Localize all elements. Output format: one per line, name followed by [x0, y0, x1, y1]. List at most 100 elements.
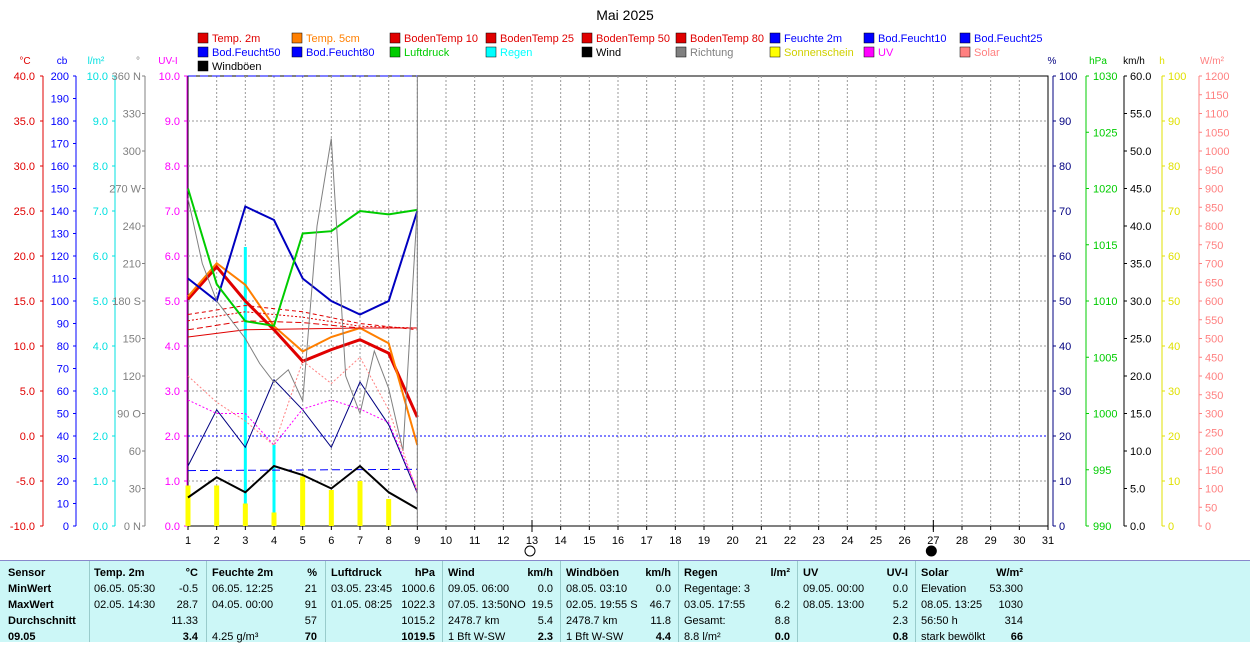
stats-cell-value: 0.0: [655, 583, 671, 595]
legend-swatch: [485, 46, 497, 58]
axis-tick-label-hum: 60: [1059, 251, 1071, 263]
axis-tick-label-cb: 100: [51, 296, 69, 308]
axis-tick-label-solar: 300: [1205, 409, 1223, 421]
axis-tick-label-sun: 50: [1168, 296, 1180, 308]
x-tick-label: 30: [1013, 535, 1025, 547]
stats-row: 57: [212, 613, 317, 629]
axis-tick-label-uv: 4.0: [165, 341, 180, 353]
stats-cell: 09.05: [8, 631, 36, 643]
axis-tick-label-wind: 0.0: [1130, 521, 1145, 533]
legend-swatch: [389, 46, 401, 58]
axis-tick-label-cb: 120: [51, 251, 69, 263]
axis-tick-label-wind: 50.0: [1130, 146, 1151, 158]
legend-swatch: [197, 32, 209, 44]
axis-tick-label-cb: 60: [57, 386, 69, 398]
legend-label: Temp. 5cm: [306, 33, 360, 45]
stats-cell-label: 02.05. 19:55 S: [566, 599, 638, 611]
legend-swatch: [291, 46, 303, 58]
axis-tick-label-temp: 30.0: [14, 161, 35, 173]
axis-tick-label-sun: 60: [1168, 251, 1180, 263]
x-tick-label: 12: [497, 535, 509, 547]
stats-cell-label: 02.05. 14:30: [94, 599, 156, 611]
stats-row: Gesamt: 8.8: [684, 613, 790, 629]
axis-tick-label-rain: 10.0: [87, 71, 108, 83]
legend-label: Regen: [500, 47, 532, 59]
stats-row: 4.25 g/m³ 70: [212, 629, 317, 645]
axis-tick-label-hum: 20: [1059, 431, 1071, 443]
axis-tick-label-pres: 1020: [1093, 184, 1117, 196]
axis-tick-label-cb: 20: [57, 476, 69, 488]
stats-cell-label: 08.05. 03:10: [566, 583, 628, 595]
stats-row: Elevation 53.300: [921, 581, 1023, 597]
axis-tick-label-cb: 50: [57, 409, 69, 421]
stats-divider: [915, 561, 916, 642]
axis-tick-label-wind: 25.0: [1130, 334, 1151, 346]
axis-tick-label-dir: 270 W: [109, 184, 141, 196]
axis-tick-label-solar: 250: [1205, 427, 1223, 439]
axis-tick-label-wind: 35.0: [1130, 259, 1151, 271]
stats-cell-value: 4.4: [655, 631, 671, 643]
stats-header: Luftdruck hPa: [331, 565, 435, 581]
axis-tick-label-hum: 90: [1059, 116, 1071, 128]
x-tick-label: 24: [841, 535, 853, 547]
legend-label: BodenTemp 10: [404, 33, 478, 45]
bar-regen: [243, 247, 247, 526]
stats-cell-value: 70: [304, 631, 317, 643]
stats-cell-value: 11.8: [650, 615, 671, 627]
axis-tick-label-hum: 30: [1059, 386, 1071, 398]
stats-col-sensor: Sensor MinWert MaxWert Durchschnitt 09.0…: [8, 565, 76, 645]
stats-cell-value: 46.7: [649, 599, 671, 611]
stats-header-label: Wind: [448, 567, 475, 579]
stats-row: 03.05. 17:55 6.2: [684, 597, 790, 613]
stats-header: Regen l/m²: [684, 565, 790, 581]
axis-tick-label-wind: 10.0: [1130, 446, 1151, 458]
axis-tick-label-solar: 750: [1205, 240, 1223, 252]
axis-tick-label-uv: 9.0: [165, 116, 180, 128]
legend-swatch: [675, 46, 687, 58]
axis-tick-label-uv: 3.0: [165, 386, 180, 398]
stats-header-unit: l/m²: [770, 567, 790, 579]
stats-header-unit: km/h: [527, 567, 553, 579]
stats-col-uv: UV UV-I 09.05. 00:00 0.0 08.05. 13:00 5.2 2.3 0…: [803, 565, 908, 645]
x-tick-label: 9: [414, 535, 420, 547]
axis-tick-label-cb: 160: [51, 161, 69, 173]
legend-label: Bod.Feucht50: [212, 47, 281, 59]
stats-cell-value: 3.4: [182, 631, 198, 643]
axis-tick-label-sun: 20: [1168, 431, 1180, 443]
stats-header-unit: %: [307, 567, 317, 579]
axis-tick-label-solar: 150: [1205, 465, 1223, 477]
axis-tick-label-pres: 990: [1093, 521, 1111, 533]
stats-cell-value: 11.33: [171, 615, 198, 627]
x-tick-label: 23: [813, 535, 825, 547]
stats-cell-label: 4.25 g/m³: [212, 631, 259, 643]
x-tick-label: 28: [956, 535, 968, 547]
x-tick-label: 3: [242, 535, 248, 547]
axis-tick-label-dir: 360 N: [112, 71, 141, 83]
stats-cell-label: 2478.7 km: [566, 615, 618, 627]
stats-col-windb-en: Windböen km/h 08.05. 03:10 0.0 02.05. 19:55 …: [566, 565, 671, 645]
stats-row: 11.33: [94, 613, 198, 629]
bar-sonnenschein: [271, 512, 277, 526]
axis-tick-label-solar: 400: [1205, 371, 1223, 383]
axis-tick-label-uv: 1.0: [165, 476, 180, 488]
legend-label: BodenTemp 25: [500, 33, 574, 45]
axis-tick-label-sun: 10: [1168, 476, 1180, 488]
bar-sonnenschein: [300, 476, 306, 526]
stats-row: 07.05. 13:50NO 19.5: [448, 597, 553, 613]
x-tick-label: 26: [899, 535, 911, 547]
axis-tick-label-sun: 70: [1168, 206, 1180, 218]
stats-cell-value: 2.3: [537, 631, 553, 643]
stats-cell-label: 09.05. 00:00: [803, 583, 865, 595]
stats-cell-value: 2.3: [892, 615, 908, 627]
weather-chart: Mai 2025 1 2 3 4 5 6 7 8 9 10 11 12 13 14 15 16 17 18 19 20 2…: [0, 0, 1250, 560]
x-tick-label: 16: [612, 535, 624, 547]
legend-label: Sonnenschein: [784, 47, 854, 59]
x-tick-label: 22: [784, 535, 796, 547]
legend-label: Bod.Feucht10: [878, 33, 947, 45]
legend-label: Bod.Feucht25: [974, 33, 1043, 45]
axis-tick-label-hum: 70: [1059, 206, 1071, 218]
stats-col-temp-2m: Temp. 2m °C 06.05. 05:30 -0.5 02.05. 14:30 28…: [94, 565, 198, 645]
stats-cell-label: Regentage: 3: [684, 583, 751, 595]
axis-tick-label-cb: 10: [57, 499, 69, 511]
stats-cell-label: 07.05. 13:50NO: [448, 599, 526, 611]
